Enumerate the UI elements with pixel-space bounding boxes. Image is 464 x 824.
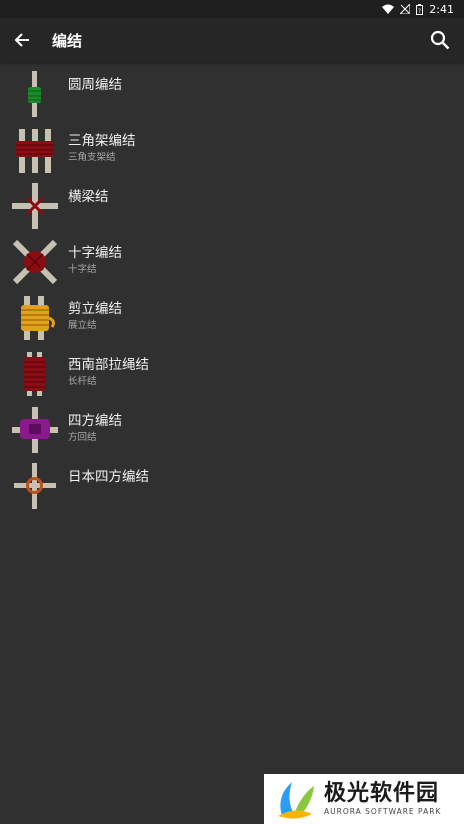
watermark-banner: 极光软件园 AURORA SOFTWARE PARK (264, 774, 464, 824)
knot-thumbnail (10, 405, 60, 455)
list-item[interactable]: 横梁结 (0, 178, 464, 234)
aurora-logo-icon (278, 782, 314, 819)
knot-thumbnail (10, 349, 60, 399)
watermark-title: 极光软件园 (324, 781, 440, 806)
page-title: 编结 (52, 31, 83, 50)
status-bar: ? 2:41 (0, 0, 464, 18)
item-title: 剪立编结 (68, 301, 122, 317)
item-subtitle: 长杆结 (68, 376, 97, 387)
watermark-subtitle: AURORA SOFTWARE PARK (324, 807, 442, 816)
knot-list: 圆周编结 三角架编结 三角支架结 横梁结 十字编结 十字结 剪立编结 展立结 西… (0, 62, 464, 514)
search-icon (430, 30, 450, 50)
knot-thumbnail (10, 237, 60, 287)
svg-text:?: ? (418, 8, 421, 15)
knot-thumbnail (10, 293, 60, 343)
knot-thumbnail (10, 461, 60, 511)
list-item[interactable]: 剪立编结 展立结 (0, 290, 464, 346)
list-item[interactable]: 圆周编结 (0, 66, 464, 122)
item-title: 十字编结 (68, 245, 122, 261)
knot-thumbnail (10, 69, 60, 119)
list-item[interactable]: 四方编结 方回结 (0, 402, 464, 458)
back-arrow-icon (14, 33, 29, 47)
app-bar: 编结 (0, 18, 464, 62)
wifi-icon (382, 4, 395, 14)
battery-icon: ? (416, 3, 424, 15)
item-title: 四方编结 (68, 413, 122, 429)
item-title: 横梁结 (68, 189, 109, 205)
knot-thumbnail (10, 125, 60, 175)
item-title: 西南部拉绳结 (68, 357, 149, 373)
item-subtitle: 展立结 (68, 320, 97, 331)
item-subtitle: 方回结 (68, 432, 97, 443)
knot-thumbnail (10, 181, 60, 231)
item-subtitle: 三角支架结 (68, 152, 116, 163)
list-item[interactable]: 十字编结 十字结 (0, 234, 464, 290)
item-title: 圆周编结 (68, 77, 122, 93)
back-button[interactable] (0, 18, 44, 62)
list-item[interactable]: 三角架编结 三角支架结 (0, 122, 464, 178)
status-time: 2:41 (429, 2, 454, 16)
list-item[interactable]: 西南部拉绳结 长杆结 (0, 346, 464, 402)
item-subtitle: 十字结 (68, 264, 97, 275)
item-title: 日本四方编结 (68, 469, 149, 485)
no-signal-icon (400, 4, 411, 14)
search-button[interactable] (424, 24, 456, 56)
item-title: 三角架编结 (68, 133, 136, 149)
list-item[interactable]: 日本四方编结 (0, 458, 464, 514)
